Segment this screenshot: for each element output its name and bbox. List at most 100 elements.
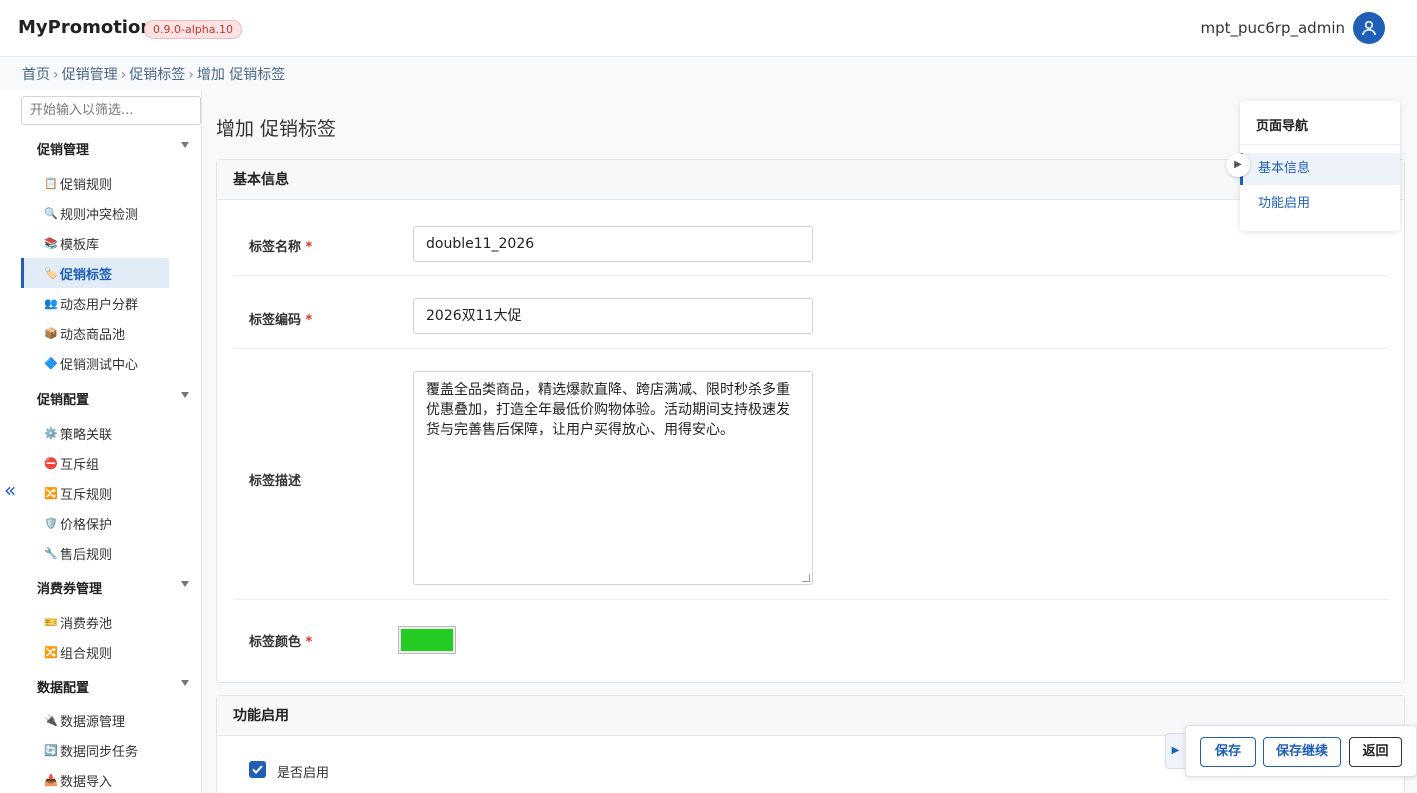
breadcrumb-promo-tag[interactable]: 促销标签 xyxy=(129,67,185,83)
breadcrumb: 首页 › 促销管理 › 促销标签 › 增加 促销标签 xyxy=(22,67,286,83)
sidebar-group-title: 促销配置 xyxy=(37,393,90,408)
save-button[interactable]: 保存 xyxy=(1200,737,1256,767)
sidebar-item[interactable]: ⛔ 互斥组 xyxy=(21,448,169,478)
page-title: 增加 促销标签 xyxy=(216,118,337,140)
sidebar-group-title: 促销管理 xyxy=(37,143,90,158)
sidebar-item-label: 数据源管理 xyxy=(60,714,126,730)
version-badge: 0.9.0-alpha.10 xyxy=(144,20,242,39)
sidebar-item-icon: 🔷 xyxy=(44,356,58,370)
sidebar-item-icon: ⚙️ xyxy=(44,426,58,440)
sidebar-item-label: 数据同步任务 xyxy=(60,744,139,760)
sidebar-item[interactable]: 📋 促销规则 xyxy=(21,168,169,198)
code-row: 标签编码 * 2026双11大促 xyxy=(233,276,1389,349)
sidebar-item[interactable]: ⚙️ 策略关联 xyxy=(21,418,169,448)
caret-down-icon[interactable] xyxy=(181,680,189,686)
sidebar-item-label: 售后规则 xyxy=(60,547,113,563)
sidebar-item[interactable]: 🔍 规则冲突检测 xyxy=(21,198,169,228)
sidebar-item-icon: 📋 xyxy=(44,176,58,190)
sidebar-item-icon: 🎫 xyxy=(44,615,58,629)
brand-title[interactable]: MyPromotion xyxy=(18,17,153,38)
color-label: 标签颜色 * xyxy=(249,635,313,650)
sidebar-item-icon: 🏷️ xyxy=(44,266,58,280)
tag-code-input[interactable]: 2026双11大促 xyxy=(413,298,813,334)
sidebar-item-label: 规则冲突检测 xyxy=(60,207,139,223)
sidebar-item[interactable]: 🔷 促销测试中心 xyxy=(21,348,169,378)
sidebar-group-title: 数据配置 xyxy=(37,681,90,696)
sidebar: 促销管理📋促销规则🔍规则冲突检测📚模板库🏷️促销标签👥动态用户分群📦动态商品池🔷… xyxy=(0,90,202,793)
caret-down-icon[interactable] xyxy=(181,142,189,148)
sidebar-item-icon: 🔍 xyxy=(44,206,58,220)
sidebar-item-label: 模板库 xyxy=(60,237,100,253)
name-row: 标签名称 * double11_2026 xyxy=(233,201,1389,276)
breadcrumb-home[interactable]: 首页 xyxy=(22,67,50,83)
sidebar-item[interactable]: 🔌 数据源管理 xyxy=(21,705,169,735)
color-swatch xyxy=(401,629,453,651)
sidebar-item-label: 促销规则 xyxy=(60,177,113,193)
page-nav-enable[interactable]: 功能启用 xyxy=(1240,188,1400,220)
sidebar-item-icon: 🔀 xyxy=(44,645,58,659)
sidebar-item-label: 策略关联 xyxy=(60,427,113,443)
save-continue-button[interactable]: 保存继续 xyxy=(1263,737,1341,767)
page-nav-basic-info[interactable]: 基本信息 xyxy=(1240,153,1400,185)
back-button[interactable]: 返回 xyxy=(1349,737,1402,767)
sidebar-item-label: 价格保护 xyxy=(60,517,113,533)
sidebar-item[interactable]: 👥 动态用户分群 xyxy=(21,288,169,318)
sidebar-item-label: 互斥组 xyxy=(60,457,100,473)
caret-down-icon[interactable] xyxy=(181,392,189,398)
sidebar-item-label: 消费券池 xyxy=(60,616,113,632)
sidebar-group-header[interactable]: 消费券管理 xyxy=(37,578,189,597)
sidebar-item-icon: 📦 xyxy=(44,326,58,340)
sidebar-item-icon: ⛔ xyxy=(44,456,58,470)
sidebar-item-icon: 🔀 xyxy=(44,486,58,500)
code-label: 标签编码 * xyxy=(249,313,313,328)
username[interactable]: mpt_puc6rp_admin xyxy=(1200,19,1345,37)
enable-label: 是否启用 xyxy=(277,766,330,781)
sidebar-item-icon: 📥 xyxy=(44,773,58,787)
tag-name-input[interactable]: double11_2026 xyxy=(413,226,813,262)
sidebar-group-header[interactable]: 数据配置 xyxy=(37,677,189,696)
top-header: MyPromotion 0.9.0-alpha.10 mpt_puc6rp_ad… xyxy=(0,0,1417,57)
tag-desc-textarea[interactable]: 覆盖全品类商品，精选爆款直降、跨店满减、限时秒杀多重优惠叠加，打造全年最低价购物… xyxy=(413,371,813,585)
sidebar-item-label: 组合规则 xyxy=(60,646,113,662)
sidebar-item[interactable]: 🔄 数据同步任务 xyxy=(21,735,169,765)
sidebar-item-label: 促销标签 xyxy=(60,267,113,283)
sidebar-item[interactable]: 🔧 售后规则 xyxy=(21,538,169,568)
desc-label: 标签描述 xyxy=(249,474,302,489)
divider xyxy=(1240,144,1400,145)
sidebar-item[interactable]: 🎫 消费券池 xyxy=(21,607,169,637)
sidebar-item-icon: 🔄 xyxy=(44,743,58,757)
enable-checkbox[interactable] xyxy=(249,761,266,778)
tag-desc-text: 覆盖全品类商品，精选爆款直降、跨店满减、限时秒杀多重优惠叠加，打造全年最低价购物… xyxy=(426,382,790,438)
sidebar-item[interactable]: 📚 模板库 xyxy=(21,228,169,258)
sidebar-item[interactable]: 🔀 组合规则 xyxy=(21,637,169,667)
sidebar-item[interactable]: 🏷️ 促销标签 xyxy=(21,258,169,288)
sidebar-group-header[interactable]: 促销配置 xyxy=(37,389,189,408)
breadcrumb-current: 增加 促销标签 xyxy=(196,67,286,83)
sidebar-item[interactable]: 📥 数据导入 xyxy=(21,765,169,793)
resize-handle-icon[interactable] xyxy=(802,574,810,582)
sidebar-item-label: 互斥规则 xyxy=(60,487,113,503)
page-nav-title: 页面导航 xyxy=(1256,119,1309,134)
caret-down-icon[interactable] xyxy=(181,581,189,587)
breadcrumb-promo-mgmt[interactable]: 促销管理 xyxy=(62,67,118,83)
sidebar-item-label: 动态用户分群 xyxy=(60,297,139,313)
action-bar: 保存 保存继续 返回 xyxy=(1185,725,1417,777)
basic-info-card: 基本信息 标签名称 * double11_2026 标签编码 * 2026双11… xyxy=(216,159,1405,683)
sidebar-item[interactable]: 🛡️ 价格保护 xyxy=(21,508,169,538)
play-icon[interactable]: ▶ xyxy=(1226,153,1250,177)
action-bar-toggle-icon[interactable]: ▶ xyxy=(1165,733,1185,769)
tag-color-picker[interactable] xyxy=(398,626,456,654)
sidebar-item[interactable]: 📦 动态商品池 xyxy=(21,318,169,348)
collapse-sidebar-icon[interactable]: « xyxy=(4,478,16,502)
sidebar-item-label: 动态商品池 xyxy=(60,327,126,343)
sidebar-item-label: 促销测试中心 xyxy=(60,357,139,373)
desc-row: 标签描述 覆盖全品类商品，精选爆款直降、跨店满减、限时秒杀多重优惠叠加，打造全年… xyxy=(233,349,1389,600)
sidebar-filter-input[interactable] xyxy=(21,96,201,125)
sidebar-item-icon: 📚 xyxy=(44,236,58,250)
sidebar-item-icon: 🔌 xyxy=(44,713,58,727)
name-label: 标签名称 * xyxy=(249,240,313,255)
user-icon[interactable] xyxy=(1353,12,1385,44)
sidebar-group-header[interactable]: 促销管理 xyxy=(37,139,189,158)
sidebar-item-icon: 👥 xyxy=(44,296,58,310)
sidebar-item[interactable]: 🔀 互斥规则 xyxy=(21,478,169,508)
